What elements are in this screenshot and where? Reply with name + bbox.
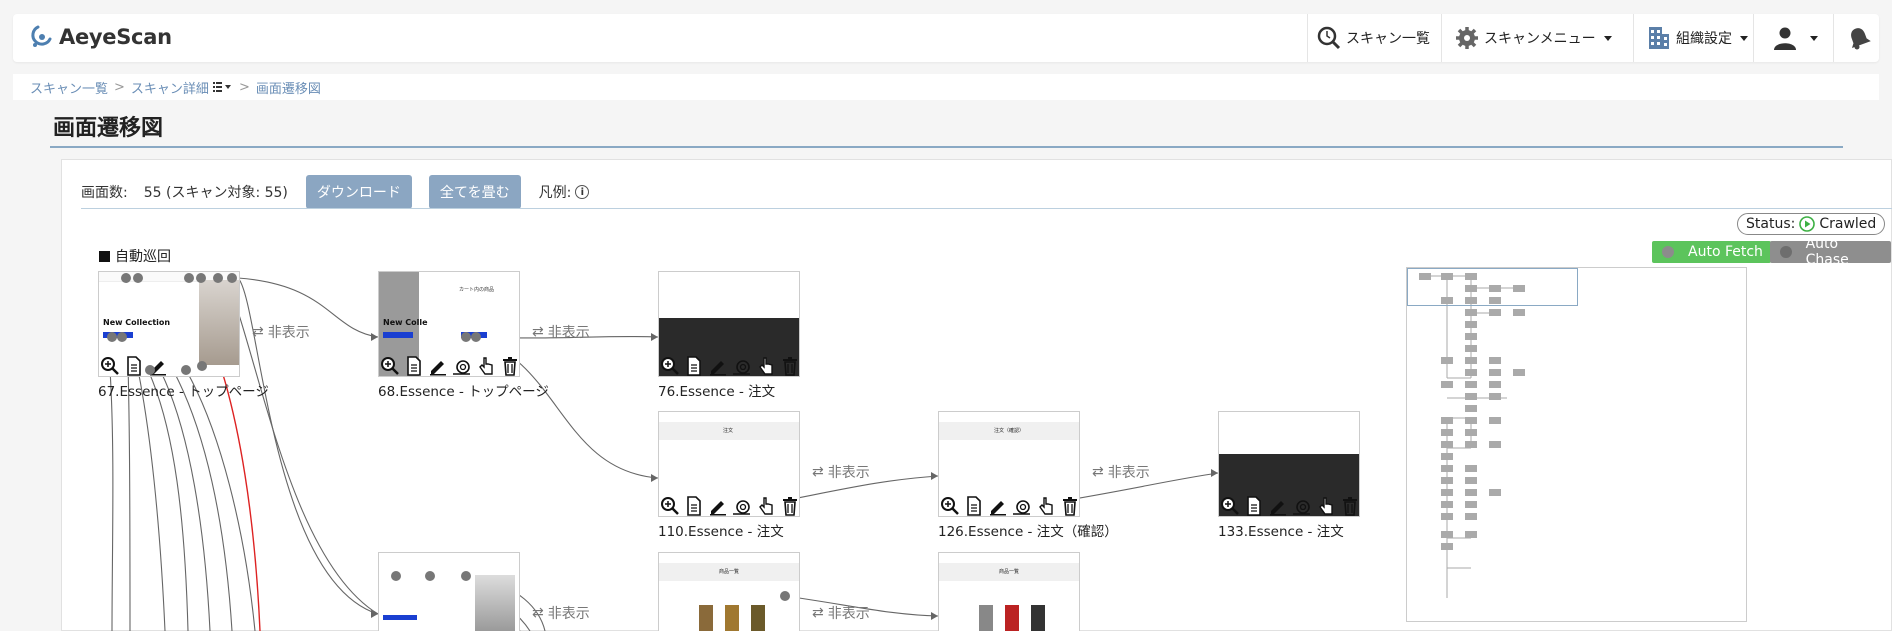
document-icon[interactable] — [404, 356, 424, 376]
hand-pointer-icon[interactable] — [756, 356, 776, 376]
screen-node-label: 67.Essence - トップページ — [98, 384, 269, 400]
screen-thumbnail[interactable]: 注文（確認） — [938, 411, 1080, 517]
edit-icon[interactable] — [708, 356, 728, 376]
hide-toggle[interactable]: ⇄ 非表示 — [252, 322, 310, 342]
hide-label-text: 非表示 — [827, 606, 870, 622]
minimap-viewport[interactable] — [1407, 268, 1578, 306]
zoom-icon[interactable] — [100, 356, 120, 376]
edit-icon[interactable] — [1268, 496, 1288, 516]
trash-icon[interactable] — [780, 496, 799, 516]
hand-pointer-icon[interactable] — [1036, 496, 1056, 516]
hide-label-text: 非表示 — [547, 606, 590, 622]
screen-node[interactable]: 商品一覧 — [938, 552, 1080, 631]
edit-icon[interactable] — [428, 356, 448, 376]
snail-icon[interactable] — [1012, 496, 1032, 516]
screen-node[interactable]: 商品一覧 — [658, 552, 800, 631]
hide-toggle[interactable]: ⇄ 非表示 — [812, 603, 870, 623]
screen-node-label: 126.Essence - 注文（確認） — [938, 524, 1118, 540]
screen-thumbnail[interactable] — [658, 271, 800, 377]
hide-toggle[interactable]: ⇄ 非表示 — [812, 462, 870, 482]
thumb-side-text: カート内の商品 — [459, 287, 495, 293]
screen-thumbnail[interactable]: 商品一覧 — [658, 552, 800, 631]
screen-node[interactable]: New Collection 67.Essence - トップページ — [98, 271, 269, 400]
thumb-heading: 注文（確認） — [994, 428, 1025, 434]
screen-thumbnail[interactable]: New Collection — [98, 271, 240, 377]
swap-icon: ⇄ — [812, 464, 824, 480]
screen-node[interactable]: New Colle カート内の商品 68.Essence - トップページ — [378, 271, 549, 400]
zoom-icon[interactable] — [940, 496, 960, 516]
trash-icon[interactable] — [1060, 496, 1079, 516]
hand-pointer-icon[interactable] — [756, 496, 776, 516]
screen-node[interactable] — [378, 552, 520, 631]
edit-icon[interactable] — [988, 496, 1008, 516]
snail-icon[interactable] — [732, 496, 752, 516]
document-icon[interactable] — [684, 496, 704, 516]
node-actions — [1220, 496, 1359, 516]
thumb-heading: New Collection — [103, 318, 171, 327]
screen-node[interactable]: 注文（確認） 126.Essence - 注文（確認） — [938, 411, 1118, 540]
screen-node[interactable]: 注文 110.Essence - 注文 — [658, 411, 800, 540]
thumb-heading: 商品一覧 — [719, 569, 740, 575]
node-actions — [660, 356, 799, 376]
screen-thumbnail[interactable]: 注文 — [658, 411, 800, 517]
zoom-icon[interactable] — [660, 496, 680, 516]
thumb-heading: 注文 — [723, 428, 734, 434]
swap-icon: ⇄ — [812, 605, 824, 621]
zoom-icon[interactable] — [660, 356, 680, 376]
screen-node-label: 68.Essence - トップページ — [378, 384, 549, 400]
screen-node[interactable]: 133.Essence - 注文 — [1218, 411, 1360, 540]
swap-icon: ⇄ — [532, 605, 544, 621]
node-actions — [380, 356, 519, 376]
screen-node[interactable]: 76.Essence - 注文 — [658, 271, 800, 400]
zoom-icon[interactable] — [1220, 496, 1240, 516]
snail-icon[interactable] — [1292, 496, 1312, 516]
hide-label-text: 非表示 — [547, 325, 590, 341]
screen-thumbnail[interactable] — [1218, 411, 1360, 517]
swap-icon: ⇄ — [252, 324, 264, 340]
screen-node-label: 133.Essence - 注文 — [1218, 524, 1344, 540]
hand-pointer-icon[interactable] — [476, 356, 496, 376]
swap-icon: ⇄ — [1092, 464, 1104, 480]
document-icon[interactable] — [1244, 496, 1264, 516]
trash-icon[interactable] — [500, 356, 519, 376]
node-actions — [100, 356, 168, 376]
minimap-graph — [1419, 273, 1525, 598]
document-icon[interactable] — [684, 356, 704, 376]
zoom-icon[interactable] — [380, 356, 400, 376]
document-icon[interactable] — [964, 496, 984, 516]
screen-node-label: 110.Essence - 注文 — [658, 524, 784, 540]
hide-toggle[interactable]: ⇄ 非表示 — [532, 322, 590, 342]
snail-icon[interactable] — [452, 356, 472, 376]
document-icon[interactable] — [124, 356, 144, 376]
hide-label-text: 非表示 — [1107, 465, 1150, 481]
minimap[interactable] — [1406, 267, 1747, 622]
screen-thumbnail[interactable]: 商品一覧 — [938, 552, 1080, 631]
trash-icon[interactable] — [780, 356, 799, 376]
thumb-heading: 商品一覧 — [999, 569, 1020, 575]
snail-icon[interactable] — [732, 356, 752, 376]
hand-pointer-icon[interactable] — [1316, 496, 1336, 516]
screen-thumbnail[interactable]: New Colle カート内の商品 — [378, 271, 520, 377]
hide-label-text: 非表示 — [827, 465, 870, 481]
node-actions — [940, 496, 1079, 516]
screen-node-label: 76.Essence - 注文 — [658, 384, 776, 400]
trash-icon[interactable] — [1340, 496, 1359, 516]
hide-toggle[interactable]: ⇄ 非表示 — [1092, 462, 1150, 482]
thumb-heading: New Colle — [383, 318, 428, 327]
edit-icon[interactable] — [708, 496, 728, 516]
hide-label-text: 非表示 — [267, 325, 310, 341]
node-actions — [660, 496, 799, 516]
swap-icon: ⇄ — [532, 324, 544, 340]
screen-thumbnail[interactable] — [378, 552, 520, 631]
edit-icon[interactable] — [148, 356, 168, 376]
hide-toggle[interactable]: ⇄ 非表示 — [532, 603, 590, 623]
